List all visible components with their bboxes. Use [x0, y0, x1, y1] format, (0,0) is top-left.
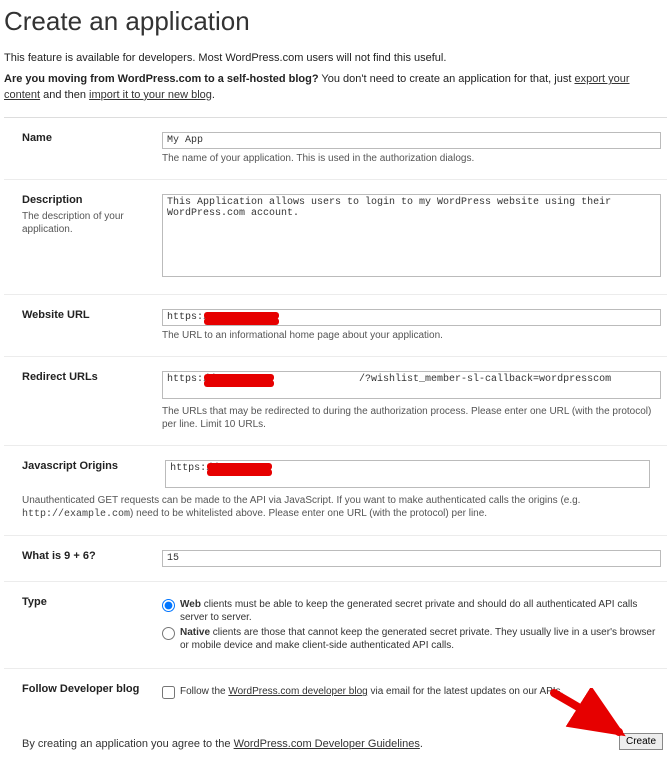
row-follow-blog: Follow Developer blog Follow the WordPre…: [4, 669, 667, 715]
row-captcha: What is 9 + 6?: [4, 536, 667, 582]
link-import-blog[interactable]: import it to your new blog: [89, 89, 212, 101]
help-js-origins: Unauthenticated GET requests can be made…: [22, 494, 661, 521]
input-description[interactable]: This Application allows users to login t…: [162, 194, 661, 277]
label-js-origins: Javascript Origins: [22, 460, 152, 472]
help-website-url: The URL to an informational home page ab…: [162, 329, 661, 342]
help-name: The name of your application. This is us…: [162, 152, 661, 165]
radio-type-web[interactable]: [162, 599, 175, 612]
intro-question: Are you moving from WordPress.com to a s…: [4, 73, 319, 85]
label-redirect-urls: Redirect URLs: [22, 371, 152, 383]
intro-line-1: This feature is available for developers…: [4, 51, 667, 66]
label-follow-blog: Follow Developer blog: [22, 683, 152, 695]
input-redirect-urls[interactable]: https:// /?wishlist_member-sl-callback=w…: [162, 371, 661, 399]
sublabel-description: The description of your application.: [22, 211, 124, 235]
application-form: Name The name of your application. This …: [4, 117, 667, 715]
help-redirect-urls: The URLs that may be redirected to durin…: [162, 405, 661, 431]
radio-type-native[interactable]: [162, 627, 175, 640]
row-website-url: Website URL The URL to an informational …: [4, 295, 667, 357]
input-js-origins[interactable]: https://: [165, 460, 650, 488]
label-type: Type: [22, 596, 152, 608]
footer: By creating an application you agree to …: [4, 733, 667, 750]
label-name: Name: [22, 132, 152, 144]
radio-type-web-row[interactable]: Web clients must be able to keep the gen…: [162, 598, 661, 624]
label-description: Description: [22, 194, 152, 206]
intro-line-2: Are you moving from WordPress.com to a s…: [4, 72, 667, 103]
footer-agreement: By creating an application you agree to …: [22, 738, 423, 750]
link-developer-guidelines[interactable]: WordPress.com Developer Guidelines: [234, 738, 420, 750]
input-website-url[interactable]: [162, 309, 661, 326]
row-js-origins: Javascript Origins https:// Unauthentica…: [4, 446, 667, 536]
input-captcha[interactable]: [162, 550, 661, 567]
page-title: Create an application: [4, 6, 667, 37]
row-name: Name The name of your application. This …: [4, 118, 667, 180]
label-website-url: Website URL: [22, 309, 152, 321]
create-button[interactable]: Create: [619, 733, 663, 750]
radio-type-native-row[interactable]: Native clients are those that cannot kee…: [162, 626, 661, 652]
checkbox-follow[interactable]: [162, 686, 175, 699]
checkbox-follow-row[interactable]: Follow the WordPress.com developer blog …: [162, 685, 661, 699]
row-type: Type Web clients must be able to keep th…: [4, 582, 667, 669]
row-description: Description The description of your appl…: [4, 180, 667, 295]
input-name[interactable]: [162, 132, 661, 149]
row-redirect-urls: Redirect URLs https:// /?wishlist_member…: [4, 357, 667, 446]
label-captcha: What is 9 + 6?: [22, 550, 152, 562]
link-developer-blog[interactable]: WordPress.com developer blog: [228, 686, 367, 697]
